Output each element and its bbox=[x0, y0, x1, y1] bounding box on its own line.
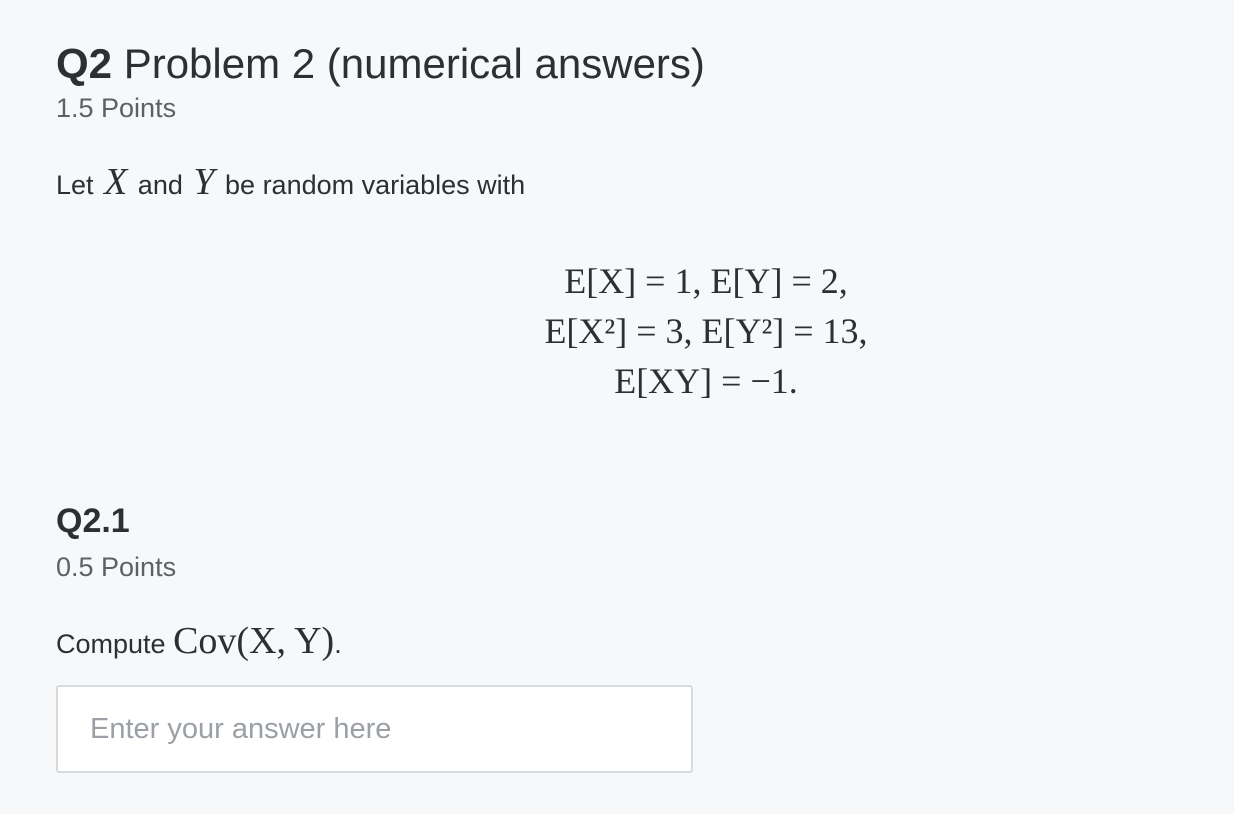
math-variable-x: X bbox=[104, 161, 128, 203]
question-points: 1.5 Points bbox=[56, 93, 177, 123]
question-title: Q2 Problem 2 (numerical answers) bbox=[56, 38, 705, 90]
math-variable-y: Y bbox=[193, 161, 215, 203]
prompt-period: . bbox=[334, 629, 342, 659]
covariance-expression: Cov(X, Y) bbox=[173, 620, 335, 662]
subquestion-points: 0.5 Points bbox=[56, 552, 177, 582]
equation-line: E[X²] = 3, E[Y²] = 13, bbox=[544, 311, 868, 351]
question-page: Q2 Problem 2 (numerical answers) 1.5 Poi… bbox=[56, 0, 1196, 814]
equation-line: E[X] = 1, E[Y] = 2, bbox=[564, 261, 848, 301]
prompt-middle: and bbox=[137, 170, 183, 200]
prompt-suffix: be random variables with bbox=[225, 170, 526, 200]
question-prompt: Let X and Y be random variables with bbox=[56, 162, 525, 205]
equation-line: E[XY] = −1. bbox=[614, 361, 798, 401]
compute-label: Compute bbox=[56, 629, 166, 659]
subquestion-number: Q2.1 bbox=[56, 502, 130, 540]
question-name: Problem 2 (numerical answers) bbox=[123, 40, 705, 87]
equation-block: E[X] = 1, E[Y] = 2, E[X²] = 3, E[Y²] = 1… bbox=[456, 256, 956, 406]
prompt-prefix: Let bbox=[56, 170, 94, 200]
question-number: Q2 bbox=[56, 40, 113, 87]
answer-input[interactable] bbox=[58, 687, 691, 771]
subquestion-prompt: Compute Cov(X, Y). bbox=[56, 620, 342, 665]
answer-field-container bbox=[56, 685, 693, 773]
